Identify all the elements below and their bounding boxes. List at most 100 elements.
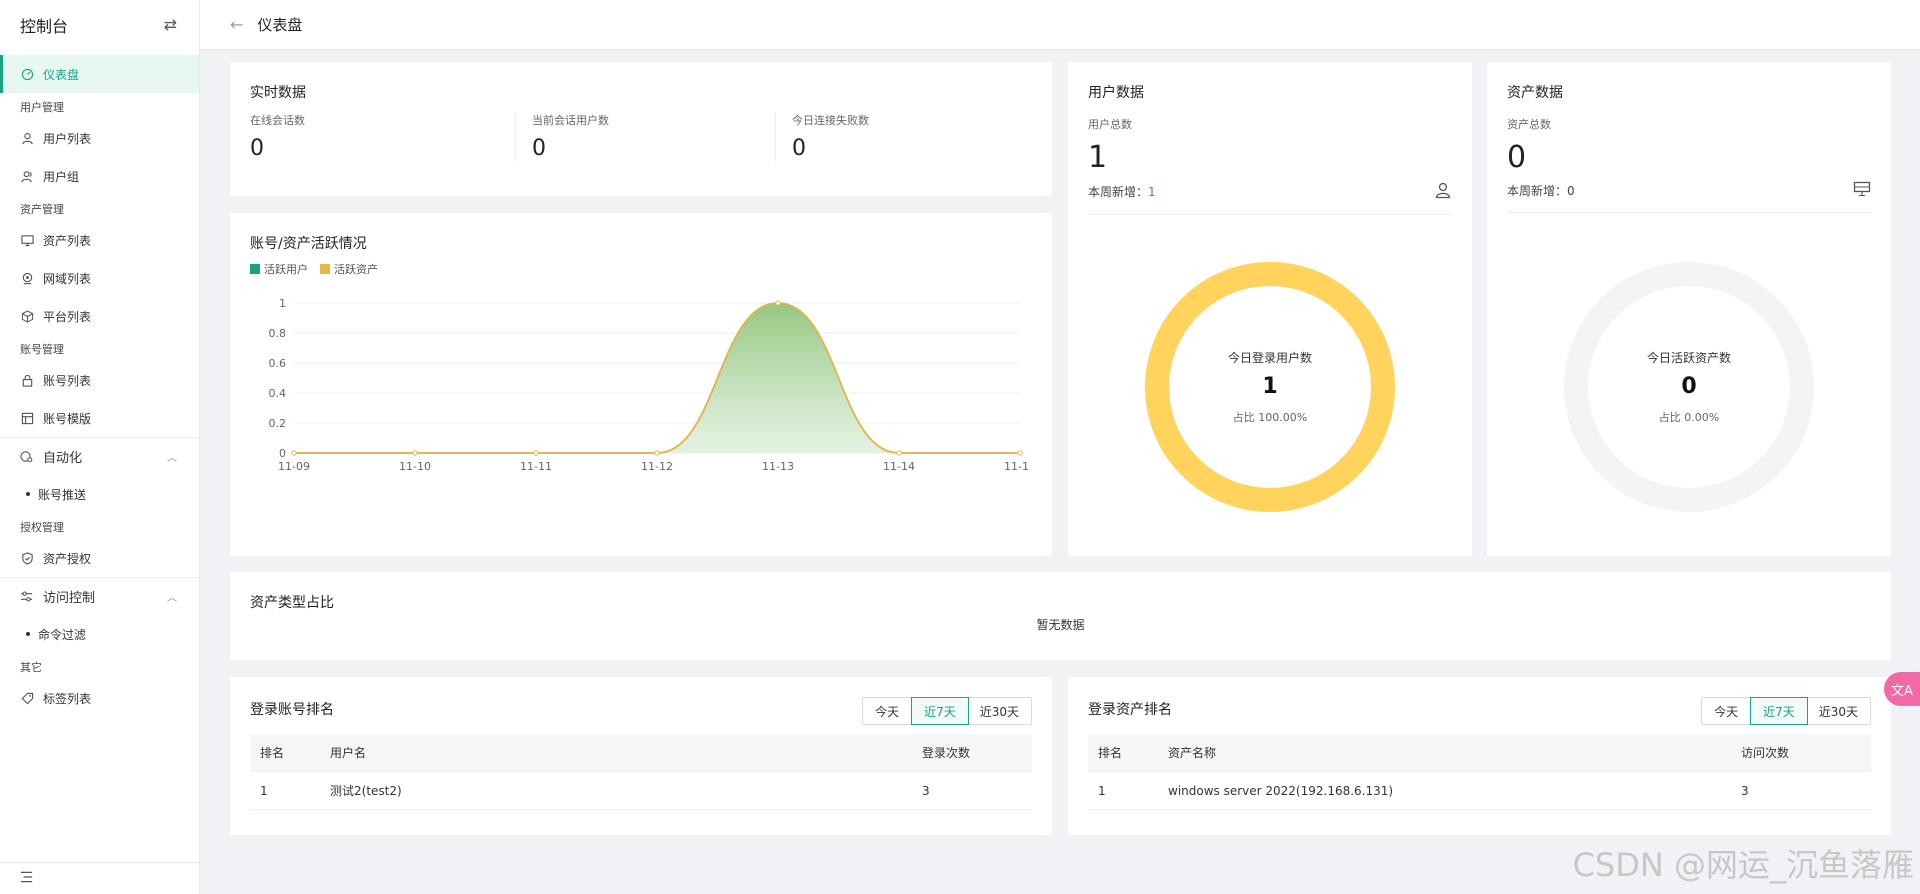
line-series-2 — [294, 302, 1020, 454]
activity-title: 账号/资产活跃情况 — [250, 236, 367, 252]
sidebar-collapse[interactable] — [0, 862, 199, 894]
watermark: CSDN @网运_沉鱼落雁 — [1572, 846, 1914, 884]
sidebar-submenu-label: 自动化 — [43, 451, 83, 466]
legend-swatch — [320, 264, 330, 274]
bullet-icon — [26, 492, 30, 496]
stat-label: 在线会话数 — [250, 114, 305, 127]
data-point — [896, 450, 902, 456]
y-tick-label: 1 — [279, 297, 286, 310]
asset-ranking-card: 登录资产排名 今天 近7天 近30天 排名 资产名称 访问次数 1 window… — [1068, 677, 1891, 835]
stat-online-sessions: 在线会话数 0 — [250, 112, 515, 161]
switch-icon[interactable]: ⇄ — [164, 15, 177, 34]
tab-today[interactable]: 今天 — [863, 698, 913, 724]
asset-data-card: 资产数据 资产总数 0 本周新增：0 今日活跃资产数 0 占比 0.00% — [1487, 62, 1891, 556]
sidebar-group-user: 用户管理 — [20, 101, 64, 114]
account-ranking-table: 排名 用户名 登录次数 1 测试2(test2) 3 — [250, 734, 1032, 810]
column-header: 登录次数 — [922, 746, 971, 760]
bullet-icon — [26, 632, 30, 636]
template-icon — [20, 411, 34, 425]
tab-today[interactable]: 今天 — [1702, 698, 1752, 724]
sidebar-item-user-group[interactable]: 用户组 — [0, 157, 199, 195]
column-header: 访问次数 — [1741, 746, 1790, 760]
sidebar-item-label: 网域列表 — [43, 271, 92, 286]
table-row[interactable]: 1 windows server 2022(192.168.6.131) 3 — [1088, 772, 1871, 810]
sidebar-item-account-template[interactable]: 账号模版 — [0, 399, 199, 437]
location-icon — [20, 271, 34, 285]
x-tick-label: 11-11 — [520, 460, 552, 473]
access-control-icon — [20, 590, 34, 604]
sidebar-item-label: 账号模版 — [43, 411, 92, 426]
x-tick-label: 11-09 — [278, 460, 310, 473]
sidebar-item-account-list[interactable]: 账号列表 — [0, 361, 199, 399]
week-value: 0 — [1567, 184, 1575, 198]
stat-failed-connections: 今日连接失败数 0 — [775, 112, 1032, 161]
legend-item[interactable]: 活跃用户 — [250, 261, 308, 277]
activity-card: 账号/资产活跃情况 活跃用户 活跃资产 0 0.2 0.4 0.6 0.8 1 11-09 1… — [230, 213, 1052, 556]
back-arrow-icon[interactable]: ← — [230, 15, 243, 34]
asset-types-card: 资产类型占比 暂无数据 — [230, 572, 1891, 660]
sidebar-group-other: 其它 — [20, 661, 42, 674]
activity-chart: 0 0.2 0.4 0.6 0.8 1 11-09 11-10 11-11 11-12 11-13 1… — [269, 297, 1031, 473]
asset-week-row: 本周新增：0 — [1507, 181, 1871, 213]
sidebar-item-label: 仪表盘 — [43, 67, 80, 82]
asset-types-title: 资产类型占比 — [250, 595, 334, 611]
account-ranking-card: 登录账号排名 今天 近7天 近30天 排名 用户名 登录次数 1 测试2(tes… — [230, 677, 1052, 835]
sidebar-group-auth: 授权管理 — [20, 521, 64, 534]
donut-label: 今日活跃资产数 — [1646, 351, 1731, 365]
table-header: 排名 用户名 登录次数 — [250, 734, 1032, 772]
user-total-label: 用户总数 — [1088, 118, 1132, 131]
sidebar-header: 控制台 ⇄ — [0, 0, 199, 49]
asset-data-title: 资产数据 — [1507, 85, 1563, 101]
chart-legend: 活跃用户 活跃资产 — [250, 261, 1032, 277]
sidebar-submenu-access-control[interactable]: 访问控制 ︿ — [0, 577, 199, 615]
sidebar-item-dashboard[interactable]: 仪表盘 — [0, 55, 199, 93]
translate-icon[interactable]: 文A — [1884, 672, 1920, 706]
week-value: 1 — [1148, 185, 1156, 199]
sidebar-item-label: 资产列表 — [43, 233, 92, 248]
asset-total-value: 0 — [1507, 140, 1527, 175]
donut-value: 0 — [1681, 374, 1697, 399]
data-point — [291, 450, 297, 456]
stat-value: 0 — [250, 136, 264, 161]
sidebar-item-platform-list[interactable]: 平台列表 — [0, 297, 199, 335]
area-series-1 — [294, 303, 1020, 453]
chevron-up-icon: ︿ — [167, 593, 177, 604]
sidebar-submenu-automation[interactable]: 自动化 ︿ — [0, 437, 199, 475]
sidebar-item-label: 账号列表 — [43, 373, 92, 388]
lock-icon — [20, 373, 34, 387]
sidebar-item-tag-list[interactable]: 标签列表 — [0, 679, 199, 717]
sidebar-item-domain-list[interactable]: 网域列表 — [0, 259, 199, 297]
asset-ranking-title: 登录资产排名 — [1088, 702, 1172, 718]
week-label: 本周新增： — [1507, 184, 1568, 198]
donut-value: 1 — [1262, 374, 1278, 399]
page-title: 仪表盘 — [257, 16, 303, 34]
menu-collapse-icon — [20, 871, 33, 886]
tab-30-days[interactable]: 近30天 — [1807, 698, 1870, 724]
tab-30-days[interactable]: 近30天 — [968, 698, 1031, 724]
sidebar-item-account-push[interactable]: 账号推送 — [0, 475, 199, 513]
user-data-card: 用户数据 用户总数 1 本周新增：1 今日登录用户数 1 占比 100.00% — [1068, 62, 1472, 556]
donut-percent: 占比 100.00% — [1232, 411, 1308, 424]
y-tick-label: 0.6 — [269, 357, 287, 370]
sidebar-item-command-filter[interactable]: 命令过滤 — [0, 615, 199, 653]
sidebar-item-asset-auth[interactable]: 资产授权 — [0, 539, 199, 577]
sidebar-item-asset-list[interactable]: 资产列表 — [0, 221, 199, 259]
sidebar-item-user-list[interactable]: 用户列表 — [0, 119, 199, 157]
account-ranking-title: 登录账号排名 — [250, 702, 334, 718]
column-header: 资产名称 — [1168, 746, 1217, 760]
cell-username: 测试2(test2) — [330, 784, 402, 798]
x-tick-label: 11-10 — [399, 460, 431, 473]
sidebar-title: 控制台 — [20, 16, 69, 36]
stat-label: 当前会话用户数 — [532, 114, 609, 127]
shield-icon — [20, 551, 34, 565]
user-total-value: 1 — [1088, 140, 1108, 175]
x-tick-label: 11-15 — [1004, 460, 1030, 473]
tab-7-days[interactable]: 近7天 — [911, 697, 969, 725]
legend-item[interactable]: 活跃资产 — [320, 261, 378, 277]
sidebar-item-label: 用户组 — [43, 169, 80, 184]
sidebar-item-label: 账号推送 — [38, 487, 87, 502]
user-icon — [1434, 181, 1452, 202]
table-row[interactable]: 1 测试2(test2) 3 — [250, 772, 1032, 810]
tab-7-days[interactable]: 近7天 — [1750, 697, 1808, 725]
cell-asset-name: windows server 2022(192.168.6.131) — [1168, 783, 1394, 798]
